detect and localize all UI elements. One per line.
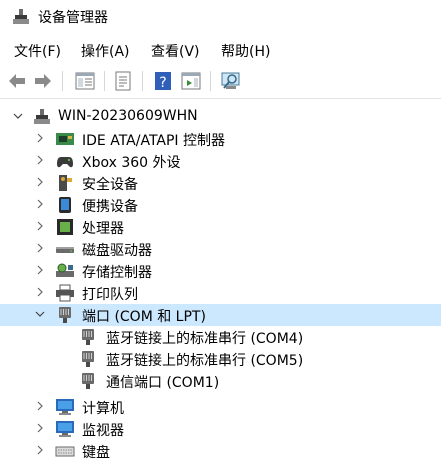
menu-view[interactable]: 查看(V) [151,41,200,61]
window-title: 设备管理器 [38,10,108,26]
tree-item-label: 安全设备 [82,177,138,193]
vertical-scrollbar[interactable] [433,100,441,460]
security-key-icon [59,175,72,191]
chevron-down-icon[interactable] [13,111,23,121]
tree-item-ide-controller[interactable]: IDE ATA/ATAPI 控制器 [0,128,441,150]
tree-item-label: IDE ATA/ATAPI 控制器 [82,133,226,149]
disk-drive-icon [56,247,74,253]
chevron-right-icon[interactable] [35,199,45,209]
device-tree: WIN-20230609WHN IDE ATA/ATAPI 控制器 Xbox 3… [0,100,441,462]
chevron-right-icon[interactable] [35,177,45,187]
title-bar: 设备管理器 [0,0,441,34]
tree-item-port-com1[interactable]: 通信端口 (COM1) [0,370,441,392]
chevron-right-icon[interactable] [35,445,45,455]
tree-item-label: 通信端口 (COM1) [106,375,220,391]
portable-device-icon [59,197,71,213]
processor-icon [57,219,73,235]
tree-item-processor[interactable]: 处理器 [0,216,441,238]
tree-item-label: 蓝牙链接上的标准串行 (COM4) [106,331,304,347]
chevron-right-icon[interactable] [35,401,45,411]
gamepad-icon [57,157,73,168]
monitor-icon [56,421,74,437]
scan-hardware-icon[interactable] [220,70,242,92]
toolbar-separator [210,71,211,91]
menu-bar: 文件(F) 操作(A) 查看(V) 帮助(H) [0,38,441,62]
tree-root[interactable]: WIN-20230609WHN [0,106,441,128]
tree-item-storage-controller[interactable]: 存储控制器 [0,260,441,282]
toolbar-separator [142,71,143,91]
help-icon[interactable]: ? [152,70,174,92]
keyboard-icon [55,446,75,457]
tree-item-print-queue[interactable]: 打印队列 [0,282,441,304]
toolbar-separator [62,71,63,91]
back-arrow-icon[interactable] [6,70,28,92]
menu-help[interactable]: 帮助(H) [221,41,270,61]
svg-text:?: ? [159,75,166,91]
chevron-right-icon[interactable] [35,221,45,231]
properties-icon[interactable] [112,70,134,92]
tree-item-label: 计算机 [82,401,124,417]
toolbar: ? [0,64,441,99]
computer-icon [34,109,50,124]
tree-item-label: 键盘 [82,445,110,461]
tree-item-label: 端口 (COM 和 LPT) [82,309,206,325]
port-icon [82,373,94,389]
chevron-right-icon[interactable] [35,287,45,297]
tree-item-label: 存储控制器 [82,265,152,281]
tree-item-port-com5[interactable]: 蓝牙链接上的标准串行 (COM5) [0,348,441,370]
printer-icon [56,284,74,302]
ide-controller-icon [56,133,74,145]
tree-item-security[interactable]: 安全设备 [0,172,441,194]
tree-item-computer[interactable]: 计算机 [0,396,441,418]
chevron-right-icon[interactable] [35,155,45,165]
device-manager-icon [13,9,29,24]
tree-item-label: 处理器 [82,221,124,237]
tree-root-label: WIN-20230609WHN [58,108,198,124]
chevron-right-icon[interactable] [35,243,45,253]
chevron-right-icon[interactable] [35,133,45,143]
tree-item-port-com4[interactable]: 蓝牙链接上的标准串行 (COM4) [0,326,441,348]
forward-arrow-icon[interactable] [32,70,54,92]
tree-item-portable[interactable]: 便携设备 [0,194,441,216]
menu-action[interactable]: 操作(A) [81,41,130,61]
chevron-down-icon[interactable] [35,309,45,319]
toolbar-separator [104,71,105,91]
monitor-icon [56,399,74,415]
chevron-right-icon[interactable] [35,423,45,433]
tree-item-label: 打印队列 [82,287,138,303]
action-pane-icon[interactable] [180,70,202,92]
show-hide-console-tree-icon[interactable] [74,70,96,92]
chevron-right-icon[interactable] [35,265,45,275]
tree-item-label: 监视器 [82,423,124,439]
tree-item-label: 蓝牙链接上的标准串行 (COM5) [106,353,304,369]
tree-item-ports[interactable]: 端口 (COM 和 LPT) [0,304,441,326]
tree-item-label: 磁盘驱动器 [82,243,152,259]
port-icon [82,329,94,345]
tree-item-label: Xbox 360 外设 [82,155,181,171]
tree-item-monitor[interactable]: 监视器 [0,418,441,440]
storage-controller-icon [56,263,74,277]
tree-item-xbox[interactable]: Xbox 360 外设 [0,150,441,172]
tree-item-keyboard[interactable]: 键盘 [0,440,441,462]
menu-file[interactable]: 文件(F) [14,41,61,61]
port-icon [59,307,71,323]
port-icon [82,351,94,367]
tree-item-label: 便携设备 [82,199,138,215]
tree-item-disk-drive[interactable]: 磁盘驱动器 [0,238,441,260]
